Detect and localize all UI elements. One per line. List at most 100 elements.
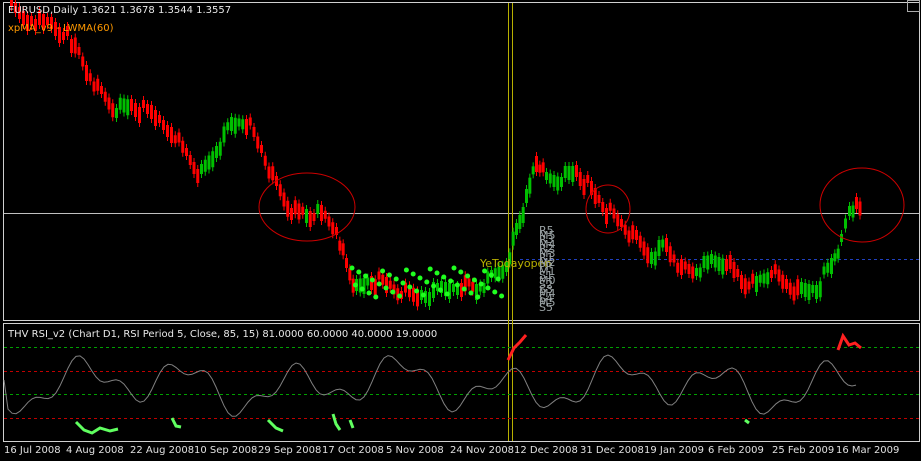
candle-body: [687, 264, 691, 274]
indicator-dot: [461, 286, 467, 292]
rsi-oversold-mark: [744, 418, 750, 425]
candle-body: [563, 166, 567, 178]
indicator-dot: [441, 274, 447, 280]
candle-body: [362, 278, 366, 294]
candle-body: [725, 259, 728, 271]
candle-body: [245, 119, 248, 135]
indicator-dot: [376, 281, 382, 287]
time-axis-label: 29 Sep 2008: [258, 445, 322, 456]
candle-body: [728, 255, 732, 269]
candle-body: [531, 166, 535, 175]
candle-body: [743, 278, 747, 295]
candle-body: [567, 166, 571, 180]
candle-body: [642, 241, 646, 256]
candle-body: [683, 261, 687, 270]
candle-body: [616, 214, 620, 227]
candle-body: [556, 176, 560, 191]
candle-body: [811, 285, 815, 293]
candle-body: [597, 195, 601, 203]
candle-body: [755, 276, 758, 292]
chart-corner-box[interactable]: [907, 0, 920, 12]
indicator-dot: [451, 265, 457, 271]
candle-body: [211, 151, 215, 168]
candle-body: [100, 86, 103, 94]
candle-body: [88, 73, 92, 82]
candle-body: [185, 148, 188, 156]
time-axis-label: 19 Jan 2009: [644, 445, 704, 456]
candle-body: [511, 231, 515, 246]
candle-body: [822, 266, 826, 275]
candle-body: [233, 117, 237, 134]
candle-body: [781, 274, 785, 289]
candle-body: [282, 192, 286, 207]
candle-body: [535, 156, 538, 172]
candle-body: [855, 197, 858, 209]
highlight-circle: [819, 167, 905, 243]
candle-body: [301, 206, 305, 215]
candle-body: [271, 166, 275, 181]
rsi-oversold-mark: [331, 413, 342, 431]
candle-body: [73, 37, 77, 54]
candle-body: [836, 248, 840, 259]
candle-body: [792, 286, 796, 301]
candle-body: [826, 262, 830, 273]
candle-body: [77, 47, 81, 55]
candle-body: [192, 162, 196, 174]
rsi-oversold-mark: [74, 420, 119, 435]
time-axis-label: 22 Aug 2008: [130, 445, 195, 456]
candle-body: [631, 225, 635, 240]
candle-body: [96, 78, 100, 91]
candle-body: [222, 126, 226, 143]
candle-body: [385, 277, 388, 293]
candle-body: [366, 277, 370, 286]
candle-body: [308, 211, 312, 227]
candle-body: [695, 268, 698, 276]
candle-body: [545, 172, 548, 180]
indicator-dot: [417, 275, 423, 281]
candle-body: [758, 274, 762, 283]
candle-body: [471, 281, 475, 292]
candle-body: [293, 200, 297, 215]
candle-body: [142, 100, 145, 108]
rsi-oversold-mark: [170, 417, 182, 429]
candle-body: [815, 285, 818, 299]
chart-window[interactable]: EURUSD,Daily 1.3621 1.3678 1.3544 1.3557…: [0, 0, 921, 461]
candle-body: [657, 240, 661, 256]
candle-body: [571, 166, 575, 182]
candle-body: [377, 271, 381, 280]
indicator-dot: [437, 287, 443, 293]
candle-body: [766, 272, 770, 285]
indicator-dot: [369, 277, 375, 283]
time-axis-label: 25 Feb 2009: [772, 445, 835, 456]
candle-body: [256, 136, 260, 149]
indicator-dot: [458, 269, 464, 275]
candle-body: [601, 202, 605, 212]
chart-canvas[interactable]: [0, 0, 921, 461]
candle-body: [154, 110, 157, 126]
candle-body: [200, 164, 203, 174]
indicator-dot: [431, 283, 437, 289]
candle-body: [345, 258, 348, 268]
candle-body: [452, 284, 455, 292]
indicator-dot: [427, 266, 433, 272]
indicator-dot: [390, 289, 396, 295]
pivot-label: S5: [539, 300, 553, 314]
indicator-dot: [366, 290, 372, 296]
candle-body: [620, 219, 623, 227]
candle-body: [661, 239, 665, 248]
candle-body: [803, 283, 807, 297]
candle-body: [218, 141, 222, 156]
candle-body: [575, 165, 578, 177]
candle-body: [668, 246, 672, 263]
indicator-dot: [407, 284, 413, 290]
candle-body: [278, 184, 282, 197]
indicator-dot: [403, 267, 409, 273]
candle-body: [260, 145, 263, 153]
indicator-dot: [420, 292, 426, 298]
candle-body: [788, 282, 792, 295]
candle-body: [107, 97, 111, 110]
candle-body: [698, 267, 702, 278]
candle-body: [162, 120, 165, 130]
candle-body: [290, 208, 293, 220]
candle-body: [830, 258, 833, 274]
